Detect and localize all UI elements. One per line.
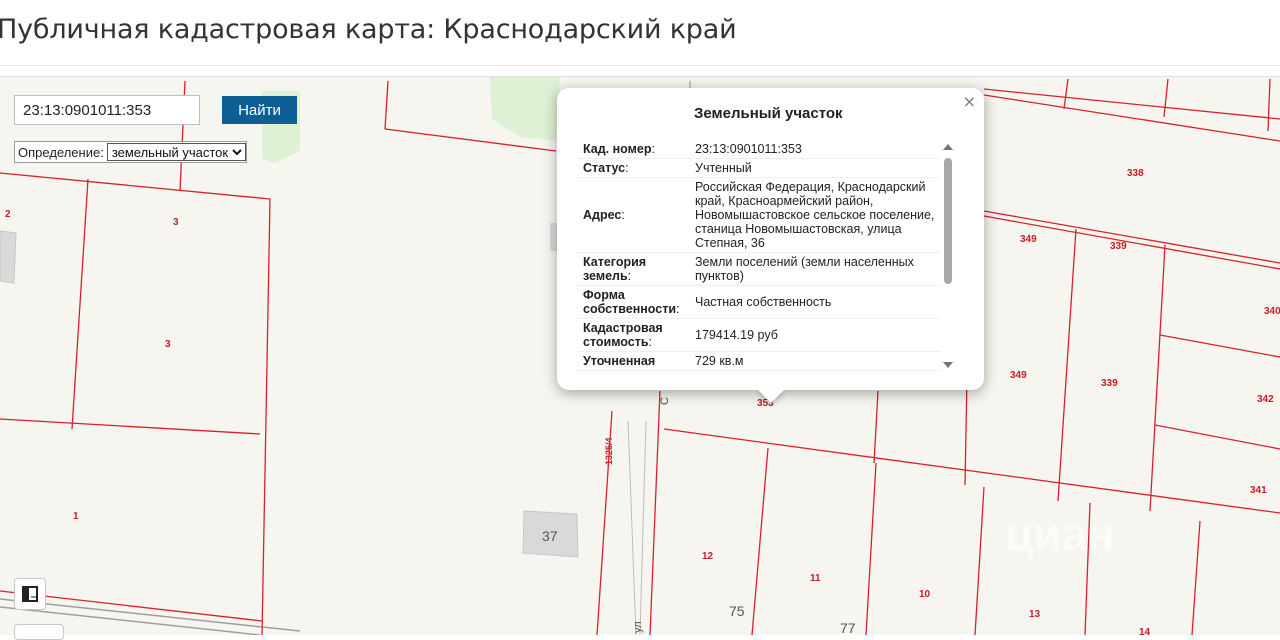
attribute-row: Уточненная 729 кв.м [577, 351, 941, 371]
attribute-key: Категория земель [583, 255, 647, 283]
parcel-label: 338 [1127, 168, 1144, 179]
attribute-value: Учтенный [687, 158, 941, 178]
parcel-label: 3 [173, 217, 179, 228]
attribute-row: Кадастровая стоимость: 179414.19 руб [577, 318, 941, 352]
scroll-up-icon[interactable] [943, 144, 953, 150]
parcel-label: 12 [702, 551, 714, 562]
attribute-value: Земли поселений (земли населенных пункто… [687, 252, 941, 286]
attribute-row: Форма собственности: Частная собственност… [577, 285, 941, 319]
popup-attributes: Кад. номер: 23:13:0901011:353 Статус: Учте… [577, 140, 947, 372]
parcel-label: 1 [73, 511, 79, 522]
search-button[interactable]: Найти [222, 96, 297, 124]
attribute-row: Статус: Учтенный [577, 158, 941, 178]
parcel-label: 349 [1010, 370, 1027, 381]
definition-select[interactable]: земельный участок [106, 143, 246, 161]
ruler-icon [22, 586, 38, 602]
parcel-label: 11 [810, 573, 821, 584]
house-number: 37 [542, 528, 558, 544]
parcel-label: 349 [1020, 234, 1037, 245]
parcel-label: 341 [1250, 485, 1267, 496]
parcel-label: 340 [1264, 306, 1280, 317]
definition-label: Определение: [18, 144, 104, 160]
scrollbar-thumb[interactable] [944, 158, 952, 284]
parcel-label: 13 [1029, 609, 1041, 620]
scroll-down-icon[interactable] [943, 362, 953, 368]
parcel-label: 342 [1257, 394, 1274, 405]
parcel-label: 1325/4 [604, 437, 614, 465]
attribute-key: Статус [583, 161, 626, 175]
map-tool-button[interactable] [14, 578, 46, 610]
house-number: 77 [840, 620, 856, 635]
parcel-label: 3 [165, 339, 171, 350]
attribute-key: Уточненная [583, 354, 656, 368]
attribute-value: 23:13:0901011:353 [687, 140, 941, 159]
watermark: циан [1005, 508, 1115, 560]
attribute-value: Частная собственность [687, 285, 941, 319]
attribute-row: Кад. номер: 23:13:0901011:353 [577, 140, 941, 159]
page-title: Публичная кадастровая карта: Краснодарск… [0, 14, 737, 45]
house-number: 75 [729, 603, 745, 619]
parcel-label: 339 [1110, 241, 1127, 252]
search-box: Найти [14, 95, 298, 127]
attribute-key: Кад. номер [583, 142, 652, 156]
attribute-row: Категория земель: Земли поселений (земли … [577, 252, 941, 286]
attribute-value: 729 кв.м [687, 351, 941, 371]
street-label: С [659, 397, 671, 405]
popup-scrollbar[interactable] [941, 144, 955, 368]
popup-pointer [757, 389, 785, 403]
park-area [490, 77, 560, 141]
parcel-label: 339 [1101, 378, 1118, 389]
street-label: ул [632, 621, 644, 633]
cadastral-number-input[interactable] [14, 95, 200, 125]
popup-title: Земельный участок [694, 105, 843, 122]
parcel-info-popup: × Земельный участок Кад. номер: 23:13:090… [557, 88, 984, 390]
definition-control: Определение: земельный участок [14, 141, 247, 163]
attribute-value: Российская Федерация, Краснодарский край… [687, 177, 941, 253]
attribute-key: Адрес [583, 208, 622, 222]
parcel-label: 10 [919, 589, 931, 600]
map-tool-button-2[interactable] [14, 624, 64, 640]
title-divider [0, 65, 1280, 66]
parcel-label: 2 [5, 209, 11, 220]
close-icon[interactable]: × [963, 92, 976, 111]
attribute-key: Форма собственности [583, 288, 677, 316]
attribute-row: Адрес: Российская Федерация, Краснодарски… [577, 177, 941, 253]
attribute-value: 179414.19 руб [687, 318, 941, 352]
